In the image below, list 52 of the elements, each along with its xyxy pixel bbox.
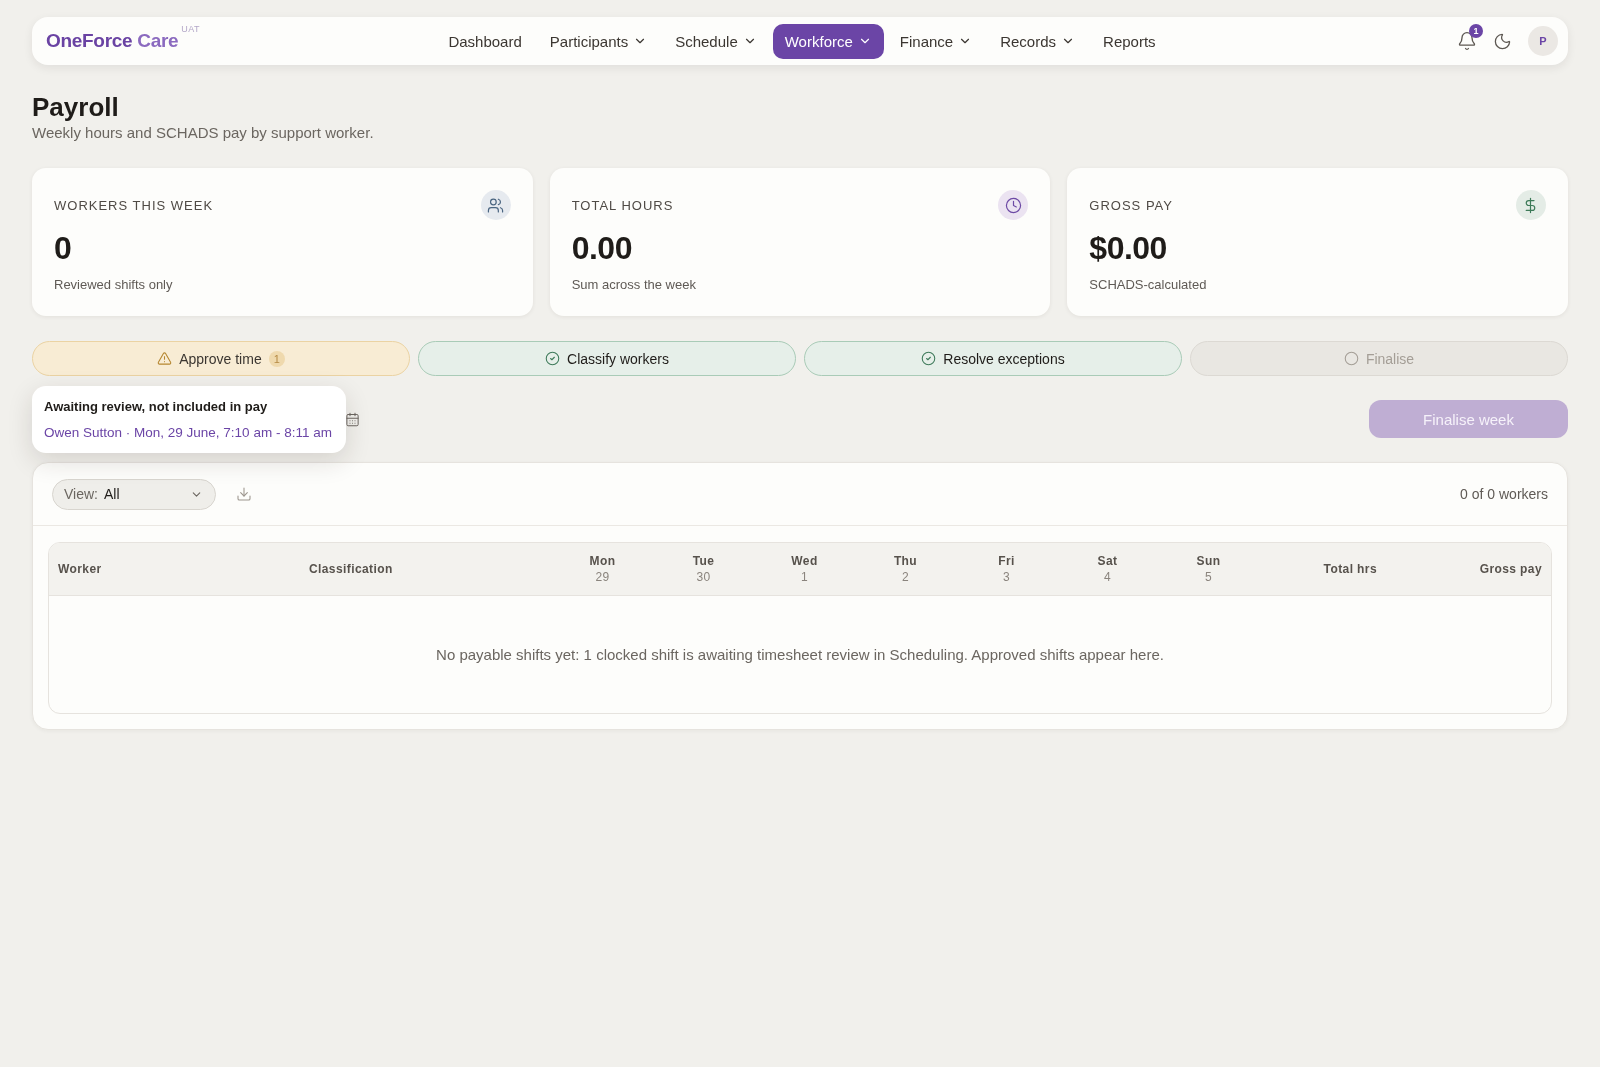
stat-label: WORKERS THIS WEEK — [54, 197, 214, 213]
column-header: Classification — [309, 561, 393, 577]
column-header: Fri 3 — [998, 553, 1015, 585]
column-header: Total hrs — [1323, 561, 1377, 577]
nav-tab[interactable]: Finance — [887, 23, 985, 59]
nav-tab[interactable]: Records — [988, 23, 1088, 59]
environment-tag: UAT — [181, 24, 200, 34]
column-header: Mon 29 — [589, 553, 616, 585]
warning-icon — [157, 351, 173, 366]
worker-count: 0 of 0 workers — [1460, 486, 1548, 502]
page-title: Payroll — [32, 91, 119, 123]
stat-caption: SCHADS-calculated — [1089, 276, 1207, 294]
empty-state-message: No payable shifts yet: 1 clocked shift is awaiting timesheet review in Scheduling. Approved shifts appear here. — [436, 646, 1164, 663]
stat-label: TOTAL HOURS — [571, 197, 674, 213]
stat-caption: Reviewed shifts only — [54, 276, 173, 294]
stat-value: 0.00 — [571, 229, 632, 268]
column-header: Tue 30 — [692, 553, 715, 585]
workflow-step[interactable]: Approve time 1 — [32, 341, 410, 376]
dollar-icon — [1516, 190, 1546, 220]
clock-icon — [998, 190, 1029, 220]
count-badge: 1 — [268, 350, 285, 367]
circle-icon — [1343, 351, 1359, 366]
workflow-step[interactable]: Resolve exceptions — [804, 341, 1182, 376]
column-header: Sun 5 — [1196, 553, 1221, 585]
users-icon — [480, 190, 511, 220]
stat-caption: Sum across the week — [571, 276, 696, 294]
stat-value: $0.00 — [1089, 229, 1167, 268]
column-header: Wed 1 — [791, 553, 818, 585]
workflow-step[interactable]: Classify workers — [418, 341, 796, 376]
brand-logo[interactable]: OneForce Care — [46, 29, 179, 53]
user-avatar[interactable]: P — [1528, 26, 1558, 56]
column-header: Sat 4 — [1097, 553, 1118, 585]
nav-tab[interactable]: Participants — [537, 23, 660, 59]
stat-value: 0 — [54, 229, 72, 268]
check-circle-icon — [545, 351, 561, 366]
moon-icon[interactable] — [1493, 31, 1512, 51]
popover-title: Awaiting review, not included in pay — [44, 399, 268, 415]
calendar-icon[interactable] — [345, 411, 360, 427]
download-icon[interactable] — [236, 486, 252, 502]
column-header: Gross pay — [1479, 561, 1542, 577]
page-subtitle: Weekly hours and SCHADS pay by support worker. — [32, 123, 374, 143]
notification-badge: 1 — [1469, 24, 1483, 38]
shift-link[interactable]: Owen Sutton · Mon, 29 June, 7:10 am - 8:11 am — [44, 425, 332, 441]
column-header: Worker — [58, 561, 102, 577]
stat-label: GROSS PAY — [1089, 197, 1173, 213]
view-select[interactable]: View: All — [52, 478, 216, 510]
nav-tab[interactable]: Reports — [1091, 23, 1168, 59]
column-header: Thu 2 — [893, 553, 918, 585]
check-circle-icon — [921, 351, 937, 366]
nav-tab[interactable]: Dashboard — [436, 23, 534, 59]
nav-tab[interactable]: Workforce — [772, 23, 884, 59]
nav-tab[interactable]: Schedule — [663, 23, 769, 59]
